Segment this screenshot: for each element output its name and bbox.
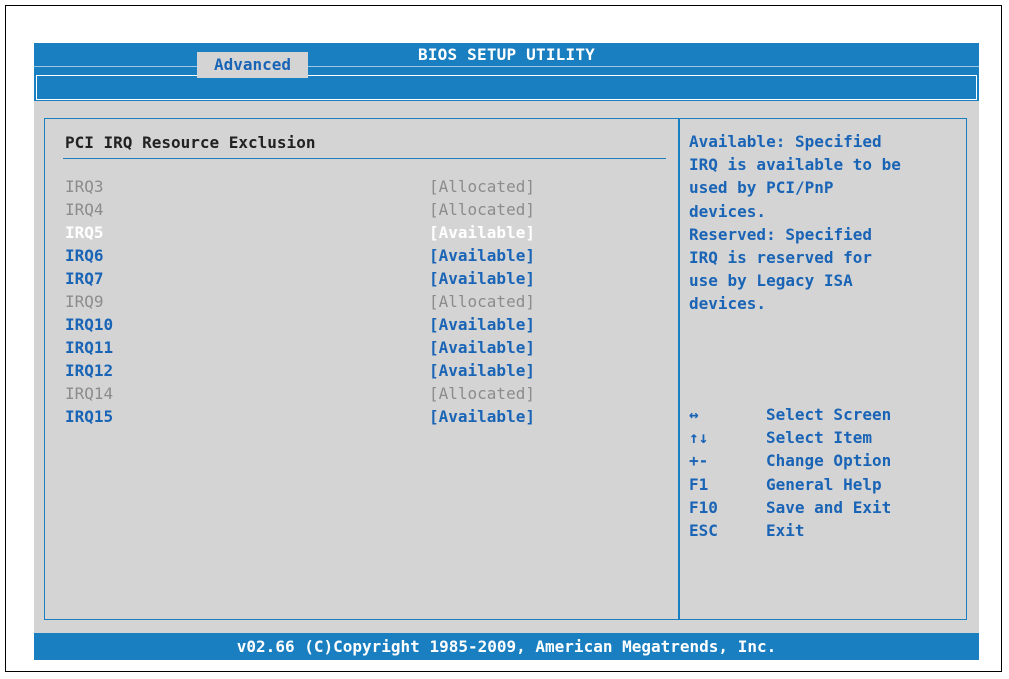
irq-value: [Available] [429, 223, 535, 242]
key-row-general-help: F1 General Help [689, 473, 964, 496]
irq-row-irq10[interactable]: IRQ10 [Available] [65, 313, 565, 336]
key-row-save-exit: F10 Save and Exit [689, 496, 964, 519]
key-name: F10 [689, 497, 718, 517]
irq-label: IRQ12 [65, 361, 114, 380]
settings-panel: PCI IRQ Resource Exclusion IRQ3 [Allocat… [44, 118, 679, 620]
tab-advanced[interactable]: Advanced [197, 52, 308, 78]
irq-row-irq5[interactable]: IRQ5 [Available] [65, 221, 565, 244]
tab-bar [34, 66, 979, 101]
irq-row-irq4[interactable]: IRQ4 [Allocated] [65, 198, 565, 221]
irq-label: IRQ3 [65, 177, 104, 196]
irq-label: IRQ15 [65, 407, 114, 426]
help-line: used by PCI/PnP [689, 178, 834, 198]
key-row-change-option: +- Change Option [689, 449, 964, 472]
irq-label: IRQ6 [65, 246, 104, 265]
irq-value: [Allocated] [429, 384, 535, 403]
key-description: Exit [766, 520, 805, 540]
key-name: ESC [689, 520, 718, 540]
key-description: General Help [766, 474, 882, 494]
irq-row-irq7[interactable]: IRQ7 [Available] [65, 267, 565, 290]
key-description: Save and Exit [766, 497, 892, 517]
key-row-select-screen: ↔ Select Screen [689, 403, 964, 426]
irq-value: [Available] [429, 361, 535, 380]
irq-value: [Allocated] [429, 200, 535, 219]
irq-label: IRQ9 [65, 292, 104, 311]
help-line: IRQ is reserved for [689, 248, 873, 268]
section-title: PCI IRQ Resource Exclusion [65, 133, 316, 152]
irq-value: [Allocated] [429, 177, 535, 196]
irq-row-irq15[interactable]: IRQ15 [Available] [65, 405, 565, 428]
key-description: Select Item [766, 428, 872, 448]
key-description: Change Option [766, 451, 892, 471]
irq-value: [Available] [429, 269, 535, 288]
irq-row-irq12[interactable]: IRQ12 [Available] [65, 359, 565, 382]
irq-value: [Available] [429, 407, 535, 426]
irq-label: IRQ5 [65, 223, 104, 242]
irq-value: [Available] [429, 246, 535, 265]
help-line: devices. [689, 201, 767, 221]
copyright-footer: v02.66 (C)Copyright 1985-2009, American … [34, 633, 979, 660]
irq-label: IRQ14 [65, 384, 114, 403]
help-line: Available: Specified [689, 132, 882, 151]
key-legend: ↔ Select Screen ↑↓ Select Item +- Change… [689, 403, 964, 542]
irq-row-irq9[interactable]: IRQ9 [Allocated] [65, 290, 565, 313]
left-right-arrow-icon: ↔ [689, 405, 699, 424]
key-description: Select Screen [766, 405, 892, 424]
up-down-arrow-icon: ↑↓ [689, 428, 709, 448]
irq-row-irq11[interactable]: IRQ11 [Available] [65, 336, 565, 359]
bios-title: BIOS SETUP UTILITY [34, 43, 979, 66]
irq-row-irq14[interactable]: IRQ14 [Allocated] [65, 382, 565, 405]
key-row-exit: ESC Exit [689, 519, 964, 542]
irq-label: IRQ10 [65, 315, 114, 334]
help-line: IRQ is available to be [689, 155, 901, 175]
help-line: Reserved: Specified [689, 224, 873, 244]
help-line: devices. [689, 294, 767, 314]
irq-label: IRQ4 [65, 200, 104, 219]
irq-row-irq6[interactable]: IRQ6 [Available] [65, 244, 565, 267]
irq-label: IRQ7 [65, 269, 104, 288]
section-divider [63, 158, 666, 159]
irq-label: IRQ11 [65, 338, 114, 357]
key-name: F1 [689, 474, 709, 494]
key-row-select-item: ↑↓ Select Item [689, 426, 964, 449]
help-line: use by Legacy ISA [689, 271, 853, 291]
bios-screen: BIOS SETUP UTILITY Advanced PCI IRQ Reso… [34, 43, 979, 660]
help-text: Available: Specified IRQ is available to… [689, 130, 964, 316]
tab-bar-outline [36, 75, 977, 100]
irq-value: [Available] [429, 338, 535, 357]
irq-value: [Allocated] [429, 292, 535, 311]
help-panel: Available: Specified IRQ is available to… [679, 118, 967, 620]
irq-value: [Available] [429, 315, 535, 334]
irq-row-irq3[interactable]: IRQ3 [Allocated] [65, 175, 565, 198]
key-name: +- [689, 451, 709, 471]
